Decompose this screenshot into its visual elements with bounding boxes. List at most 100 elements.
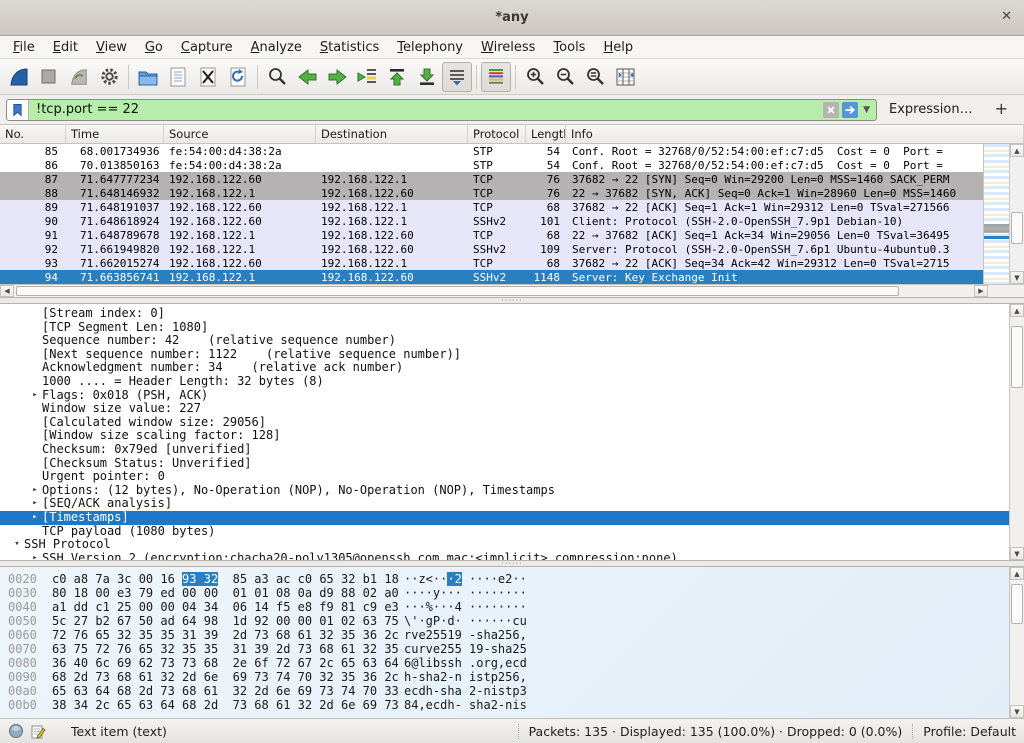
scroll-down-icon[interactable]: ▼ [1010, 547, 1024, 560]
expand-arrow-icon[interactable]: ▾ [10, 538, 24, 552]
scroll-down-icon[interactable]: ▼ [1010, 705, 1024, 718]
hex-row[interactable]: 00505c 27 b2 67 50 ad 64 98 1d 92 00 00 … [8, 614, 1009, 628]
menu-capture[interactable]: Capture [172, 38, 242, 57]
auto-scroll-button[interactable] [442, 62, 472, 92]
column-header-protocol[interactable]: Protocol [468, 125, 526, 143]
detail-line[interactable]: ▸Flags: 0x018 (PSH, ACK) [0, 389, 1009, 403]
menu-analyze[interactable]: Analyze [242, 38, 311, 57]
packet-row[interactable]: 8971.648191037192.168.122.60192.168.122.… [0, 200, 983, 214]
zoom-in-button[interactable] [520, 62, 550, 92]
packet-row[interactable]: 8871.648146932192.168.122.1192.168.122.6… [0, 186, 983, 200]
menu-help[interactable]: Help [594, 38, 642, 57]
detail-line[interactable]: ▸[SEQ/ACK analysis] [0, 497, 1009, 511]
column-header-info[interactable]: Info [566, 125, 1024, 143]
scroll-up-icon[interactable]: ▲ [1010, 144, 1024, 157]
hex-row[interactable]: 00b038 34 2c 65 63 64 68 2d 73 68 61 32 … [8, 698, 1009, 712]
hex-bytes[interactable]: 65 63 64 68 2d 73 68 61 32 2d 6e 69 73 7… [52, 684, 404, 698]
packet-row[interactable]: 9171.648789678192.168.122.1192.168.122.6… [0, 228, 983, 242]
expand-arrow-icon[interactable]: ▸ [28, 497, 42, 511]
hex-row[interactable]: 0040a1 dd c1 25 00 00 04 34 06 14 f5 e8 … [8, 600, 1009, 614]
go-to-packet-button[interactable] [352, 62, 382, 92]
detail-line[interactable]: Urgent pointer: 0 [0, 470, 1009, 484]
intelligent-scrollbar[interactable] [983, 144, 1009, 284]
detail-line[interactable]: [Window size scaling factor: 128] [0, 429, 1009, 443]
scroll-up-icon[interactable]: ▲ [1010, 567, 1024, 580]
hex-bytes-highlight[interactable]: 93 32 [182, 572, 218, 586]
expert-info-icon[interactable] [8, 723, 24, 739]
hex-ascii[interactable]: curve255 19-sha25 [404, 642, 527, 656]
add-filter-button[interactable]: + [985, 99, 1018, 120]
details-vscrollbar[interactable]: ▲ ▼ [1009, 304, 1024, 560]
scroll-left-icon[interactable]: ◀ [0, 285, 14, 297]
hex-bytes[interactable]: 72 76 65 32 35 35 31 39 2d 73 68 61 32 3… [52, 628, 404, 642]
column-header-source[interactable]: Source [164, 125, 316, 143]
save-file-button[interactable] [163, 62, 193, 92]
scrollbar-thumb[interactable] [1011, 326, 1023, 388]
packet-row[interactable]: 8568.001734936fe:54:00:d4:38:2aSTP54Conf… [0, 144, 983, 158]
hex-ascii[interactable]: ····y··· ········ [404, 586, 527, 600]
column-header-no[interactable]: No. [0, 125, 66, 143]
hex-bytes[interactable]: c0 a8 7a 3c 00 16 93 32 85 a3 ac c0 65 3… [52, 572, 404, 586]
go-to-bottom-button[interactable] [412, 62, 442, 92]
detail-line[interactable]: 1000 .... = Header Length: 32 bytes (8) [0, 375, 1009, 389]
capture-comment-icon[interactable] [31, 724, 46, 739]
column-header-destination[interactable]: Destination [316, 125, 468, 143]
hex-ascii[interactable]: ··z<···2 ····e2·· [404, 572, 527, 586]
hex-row[interactable]: 00a065 63 64 68 2d 73 68 61 32 2d 6e 69 … [8, 684, 1009, 698]
hex-row[interactable]: 009068 2d 73 68 61 32 2d 6e 69 73 74 70 … [8, 670, 1009, 684]
detail-line[interactable]: ▸Options: (12 bytes), No-Operation (NOP)… [0, 484, 1009, 498]
detail-line[interactable]: [Next sequence number: 1122 (relative se… [0, 348, 1009, 362]
filter-expression-text[interactable]: !tcp.port == 22 [29, 102, 823, 117]
display-filter-input[interactable]: !tcp.port == 22 ▼ [6, 99, 877, 121]
packet-row[interactable]: 8670.013850163fe:54:00:d4:38:2aSTP54Conf… [0, 158, 983, 172]
open-file-button[interactable] [133, 62, 163, 92]
packet-row[interactable]: 9371.662015274192.168.122.60192.168.122.… [0, 256, 983, 270]
start-capture-button[interactable] [4, 62, 34, 92]
detail-line[interactable]: [TCP Segment Len: 1080] [0, 321, 1009, 335]
go-forward-button[interactable] [322, 62, 352, 92]
expand-arrow-icon[interactable]: ▸ [28, 511, 42, 525]
packet-row[interactable]: 9071.648618924192.168.122.60192.168.122.… [0, 214, 983, 228]
stop-capture-button[interactable] [34, 62, 64, 92]
scroll-right-icon[interactable]: ▶ [974, 285, 988, 297]
detail-line[interactable]: Window size value: 227 [0, 402, 1009, 416]
packet-list-hscrollbar[interactable]: ◀ ▶ [0, 284, 1024, 297]
packet-row[interactable]: 9471.663856741192.168.122.1192.168.122.6… [0, 270, 983, 284]
restart-capture-button[interactable] [64, 62, 94, 92]
go-to-top-button[interactable] [382, 62, 412, 92]
detail-line[interactable]: ▸[Timestamps] [0, 511, 1009, 525]
column-header-time[interactable]: Time [66, 125, 164, 143]
hex-ascii-highlight[interactable]: ·2 [447, 572, 461, 586]
hex-bytes[interactable]: 36 40 6c 69 62 73 73 68 2e 6f 72 67 2c 6… [52, 656, 404, 670]
hex-row[interactable]: 003080 18 00 e3 79 ed 00 00 01 01 08 0a … [8, 586, 1009, 600]
hex-bytes[interactable]: 68 2d 73 68 61 32 2d 6e 69 73 74 70 32 3… [52, 670, 404, 684]
scroll-down-icon[interactable]: ▼ [1010, 271, 1024, 284]
capture-options-button[interactable] [94, 62, 124, 92]
hex-row[interactable]: 008036 40 6c 69 62 73 73 68 2e 6f 72 67 … [8, 656, 1009, 670]
packet-list-vscrollbar[interactable]: ▲ ▼ [1009, 144, 1024, 284]
hex-row[interactable]: 007063 75 72 76 65 32 35 35 31 39 2d 73 … [8, 642, 1009, 656]
zoom-out-button[interactable] [550, 62, 580, 92]
hex-ascii[interactable]: \'·gP·d· ······cu [404, 614, 527, 628]
profile-selector[interactable]: Profile: Default [923, 724, 1016, 739]
menu-edit[interactable]: Edit [44, 38, 87, 57]
menu-go[interactable]: Go [136, 38, 172, 57]
clear-filter-icon[interactable] [823, 102, 839, 118]
resize-columns-button[interactable] [610, 62, 640, 92]
scroll-up-icon[interactable]: ▲ [1010, 304, 1024, 317]
close-file-button[interactable] [193, 62, 223, 92]
apply-filter-icon[interactable] [842, 102, 858, 118]
menu-tools[interactable]: Tools [544, 38, 594, 57]
detail-line[interactable]: ▾SSH Protocol [0, 538, 1009, 552]
detail-line[interactable]: Checksum: 0x79ed [unverified] [0, 443, 1009, 457]
packet-row[interactable]: 8771.647777234192.168.122.60192.168.122.… [0, 172, 983, 186]
expand-arrow-icon[interactable]: ▸ [28, 552, 42, 560]
packet-row[interactable]: 9271.661949820192.168.122.1192.168.122.6… [0, 242, 983, 256]
find-packet-button[interactable] [262, 62, 292, 92]
minimap-thumb[interactable] [984, 224, 1009, 233]
detail-line[interactable]: Acknowledgment number: 34 (relative ack … [0, 361, 1009, 375]
menu-file[interactable]: File [4, 38, 44, 57]
hex-ascii[interactable]: rve25519 -sha256, [404, 628, 527, 642]
detail-line[interactable]: [Checksum Status: Unverified] [0, 457, 1009, 471]
hex-bytes[interactable]: 80 18 00 e3 79 ed 00 00 01 01 08 0a d9 8… [52, 586, 404, 600]
